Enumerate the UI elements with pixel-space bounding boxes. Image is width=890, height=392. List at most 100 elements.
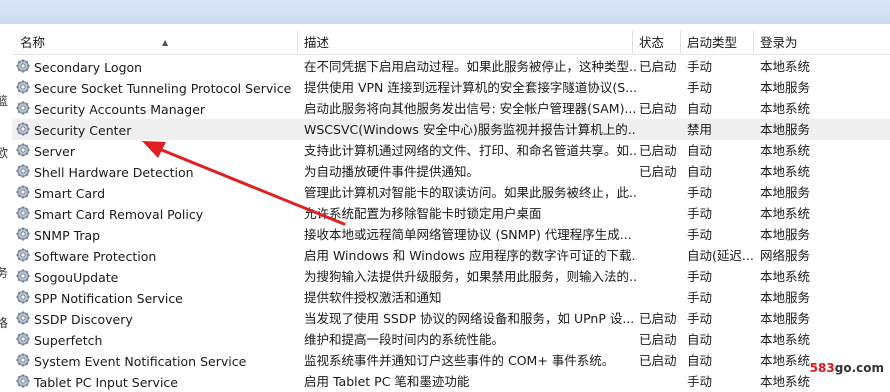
service-log-on-as: 本地系统	[760, 59, 811, 74]
service-name-cell: Tablet PC Input Service	[16, 371, 298, 392]
service-status	[639, 266, 683, 287]
column-header-startup-type[interactable]: 启动类型	[681, 30, 754, 54]
service-gear-icon	[16, 206, 30, 220]
service-gear-icon	[16, 101, 30, 115]
left-edge-glyph: 务	[0, 266, 9, 280]
service-status: 已启动	[639, 311, 677, 326]
service-startup-type: 自动	[687, 101, 713, 116]
service-gear-icon	[16, 59, 30, 73]
service-log-on-as: 网络服务	[760, 248, 811, 263]
service-log-on-as: 本地系统	[760, 269, 811, 284]
service-row[interactable]: Superfetch 维护和提高一段时间内的系统性能。 已启动 自动 本地系统	[12, 329, 890, 350]
service-gear-icon	[16, 311, 30, 325]
service-name-cell: Software Protection	[16, 245, 298, 266]
service-description: 维护和提高一段时间内的系统性能。	[304, 332, 505, 347]
service-status: 已启动	[639, 59, 677, 74]
service-log-on-as: 本地服务	[760, 290, 811, 305]
service-startup-type: 手动	[687, 59, 713, 74]
service-description: 接收本地或远程简单网络管理协议 (SNMP) 代理程序生成...	[304, 227, 632, 242]
service-status: 已启动	[639, 353, 677, 368]
service-log-on-as: 本地系统	[760, 206, 811, 221]
column-header-status[interactable]: 状态	[633, 30, 681, 54]
service-row[interactable]: Secondary Logon 在不同凭据下启用启动过程。如果此服务被停止，这种类…	[12, 56, 890, 77]
column-header-status-label: 状态	[639, 35, 665, 50]
service-startup-type: 手动	[687, 185, 713, 200]
service-row[interactable]: System Event Notification Service 监视系统事件并…	[12, 350, 890, 371]
service-log-on-as: 本地系统	[760, 143, 811, 158]
service-log-on-as: 本地服务	[760, 311, 811, 326]
left-edge-glyph: 恪	[0, 316, 9, 330]
service-description: 管理此计算机对智能卡的取读访问。如果此服务被终止，此...	[304, 185, 637, 200]
service-description: 当发现了使用 SSDP 协议的网络设备和服务，如 UPnP 设...	[304, 311, 635, 326]
column-header-startup-type-label: 启动类型	[687, 35, 738, 50]
service-name: System Event Notification Service	[34, 354, 247, 369]
service-gear-icon	[16, 269, 30, 283]
service-status: 已启动	[639, 101, 677, 116]
left-edge-glyph: 欧	[0, 146, 9, 160]
service-startup-type: 手动	[687, 311, 713, 326]
service-log-on-as: 本地服务	[760, 80, 811, 95]
service-gear-icon	[16, 143, 30, 157]
service-row[interactable]: Software Protection 启用 Windows 和 Windows …	[12, 245, 890, 266]
service-gear-icon	[16, 353, 30, 367]
service-name: Superfetch	[34, 333, 103, 348]
service-name: Secondary Logon	[34, 60, 143, 75]
service-log-on-as: 本地系统	[760, 164, 811, 179]
service-startup-type: 自动	[687, 143, 713, 158]
service-startup-type: 自动	[687, 332, 713, 347]
service-name-cell: Security Accounts Manager	[16, 98, 298, 119]
service-startup-type: 手动	[687, 206, 713, 221]
service-startup-type: 禁用	[687, 122, 713, 137]
service-row[interactable]: Shell Hardware Detection 为自动播放硬件事件提供通知。 已启…	[12, 161, 890, 182]
service-description: 允许系统配置为移除智能卡时锁定用户桌面	[304, 206, 542, 221]
service-row[interactable]: Server 支持此计算机通过网络的文件、打印、和命名管道共享。如... 已启动 自动…	[12, 140, 890, 161]
service-status	[639, 287, 683, 308]
column-header-name[interactable]: 名称 ▲	[12, 30, 298, 54]
left-pane-edge: 篮 欧 务 恪	[0, 24, 12, 379]
service-log-on-as: 本地服务	[760, 227, 811, 242]
service-name-cell: Secondary Logon	[16, 56, 298, 77]
service-gear-icon	[16, 248, 30, 262]
service-row[interactable]: SogouUpdate 为搜狗输入法提供升级服务，如果禁用此服务，则输入法的...…	[12, 266, 890, 287]
service-name-cell: SSDP Discovery	[16, 308, 298, 329]
column-header-log-on-as[interactable]: 登录为	[754, 30, 890, 54]
service-status	[639, 77, 683, 98]
service-startup-type: 手动	[687, 374, 713, 389]
service-row[interactable]: Smart Card Removal Policy 允许系统配置为移除智能卡时锁定…	[12, 203, 890, 224]
service-description: 启动此服务将向其他服务发出信号: 安全帐户管理器(SAM)...	[304, 101, 637, 116]
service-startup-type: 手动	[687, 80, 713, 95]
service-name-cell: Shell Hardware Detection	[16, 161, 298, 182]
service-log-on-as: 本地系统	[760, 332, 811, 347]
service-name-cell: System Event Notification Service	[16, 350, 298, 371]
watermark-domain: go.com	[834, 361, 884, 375]
column-header-name-label: 名称	[20, 35, 46, 50]
service-row[interactable]: SSDP Discovery 当发现了使用 SSDP 协议的网络设备和服务，如 U…	[12, 308, 890, 329]
service-description: 为自动播放硬件事件提供通知。	[304, 164, 480, 179]
service-description: 提供软件授权激活和通知	[304, 290, 442, 305]
service-row[interactable]: SNMP Trap 接收本地或远程简单网络管理协议 (SNMP) 代理程序生成..…	[12, 224, 890, 245]
service-startup-type: 自动(延迟...	[687, 248, 754, 263]
sort-ascending-icon: ▲	[162, 38, 169, 47]
service-status	[639, 371, 683, 392]
service-row[interactable]: Secure Socket Tunneling Protocol Service…	[12, 77, 890, 98]
service-row[interactable]: Security Center WSCSVC(Windows 安全中心)服务监视并…	[12, 119, 890, 140]
service-name-cell: SogouUpdate	[16, 266, 298, 287]
service-status	[639, 224, 683, 245]
service-description: 启用 Windows 和 Windows 应用程序的数字许可证的下载...	[304, 248, 637, 263]
service-startup-type: 手动	[687, 290, 713, 305]
service-name: Shell Hardware Detection	[34, 165, 194, 180]
column-header-description-label: 描述	[304, 35, 330, 50]
service-name: SSDP Discovery	[34, 312, 133, 327]
service-name-cell: Smart Card	[16, 182, 298, 203]
service-row[interactable]: Smart Card 管理此计算机对智能卡的取读访问。如果此服务被终止，此... 手…	[12, 182, 890, 203]
service-name-cell: Server	[16, 140, 298, 161]
service-gear-icon	[16, 122, 30, 136]
column-header-description[interactable]: 描述	[298, 30, 633, 54]
service-row[interactable]: Tablet PC Input Service 启用 Tablet PC 笔和墨迹…	[12, 371, 890, 392]
service-name-cell: SNMP Trap	[16, 224, 298, 245]
service-row[interactable]: SPP Notification Service 提供软件授权激活和通知 手动 本地服…	[12, 287, 890, 308]
service-name-cell: SPP Notification Service	[16, 287, 298, 308]
service-description: 提供使用 VPN 连接到远程计算机的安全套接字隧道协议(S...	[304, 80, 637, 95]
service-row[interactable]: Security Accounts Manager 启动此服务将向其他服务发出信号…	[12, 98, 890, 119]
service-description: 监视系统事件并通知订户这些事件的 COM+ 事件系统。	[304, 353, 615, 368]
